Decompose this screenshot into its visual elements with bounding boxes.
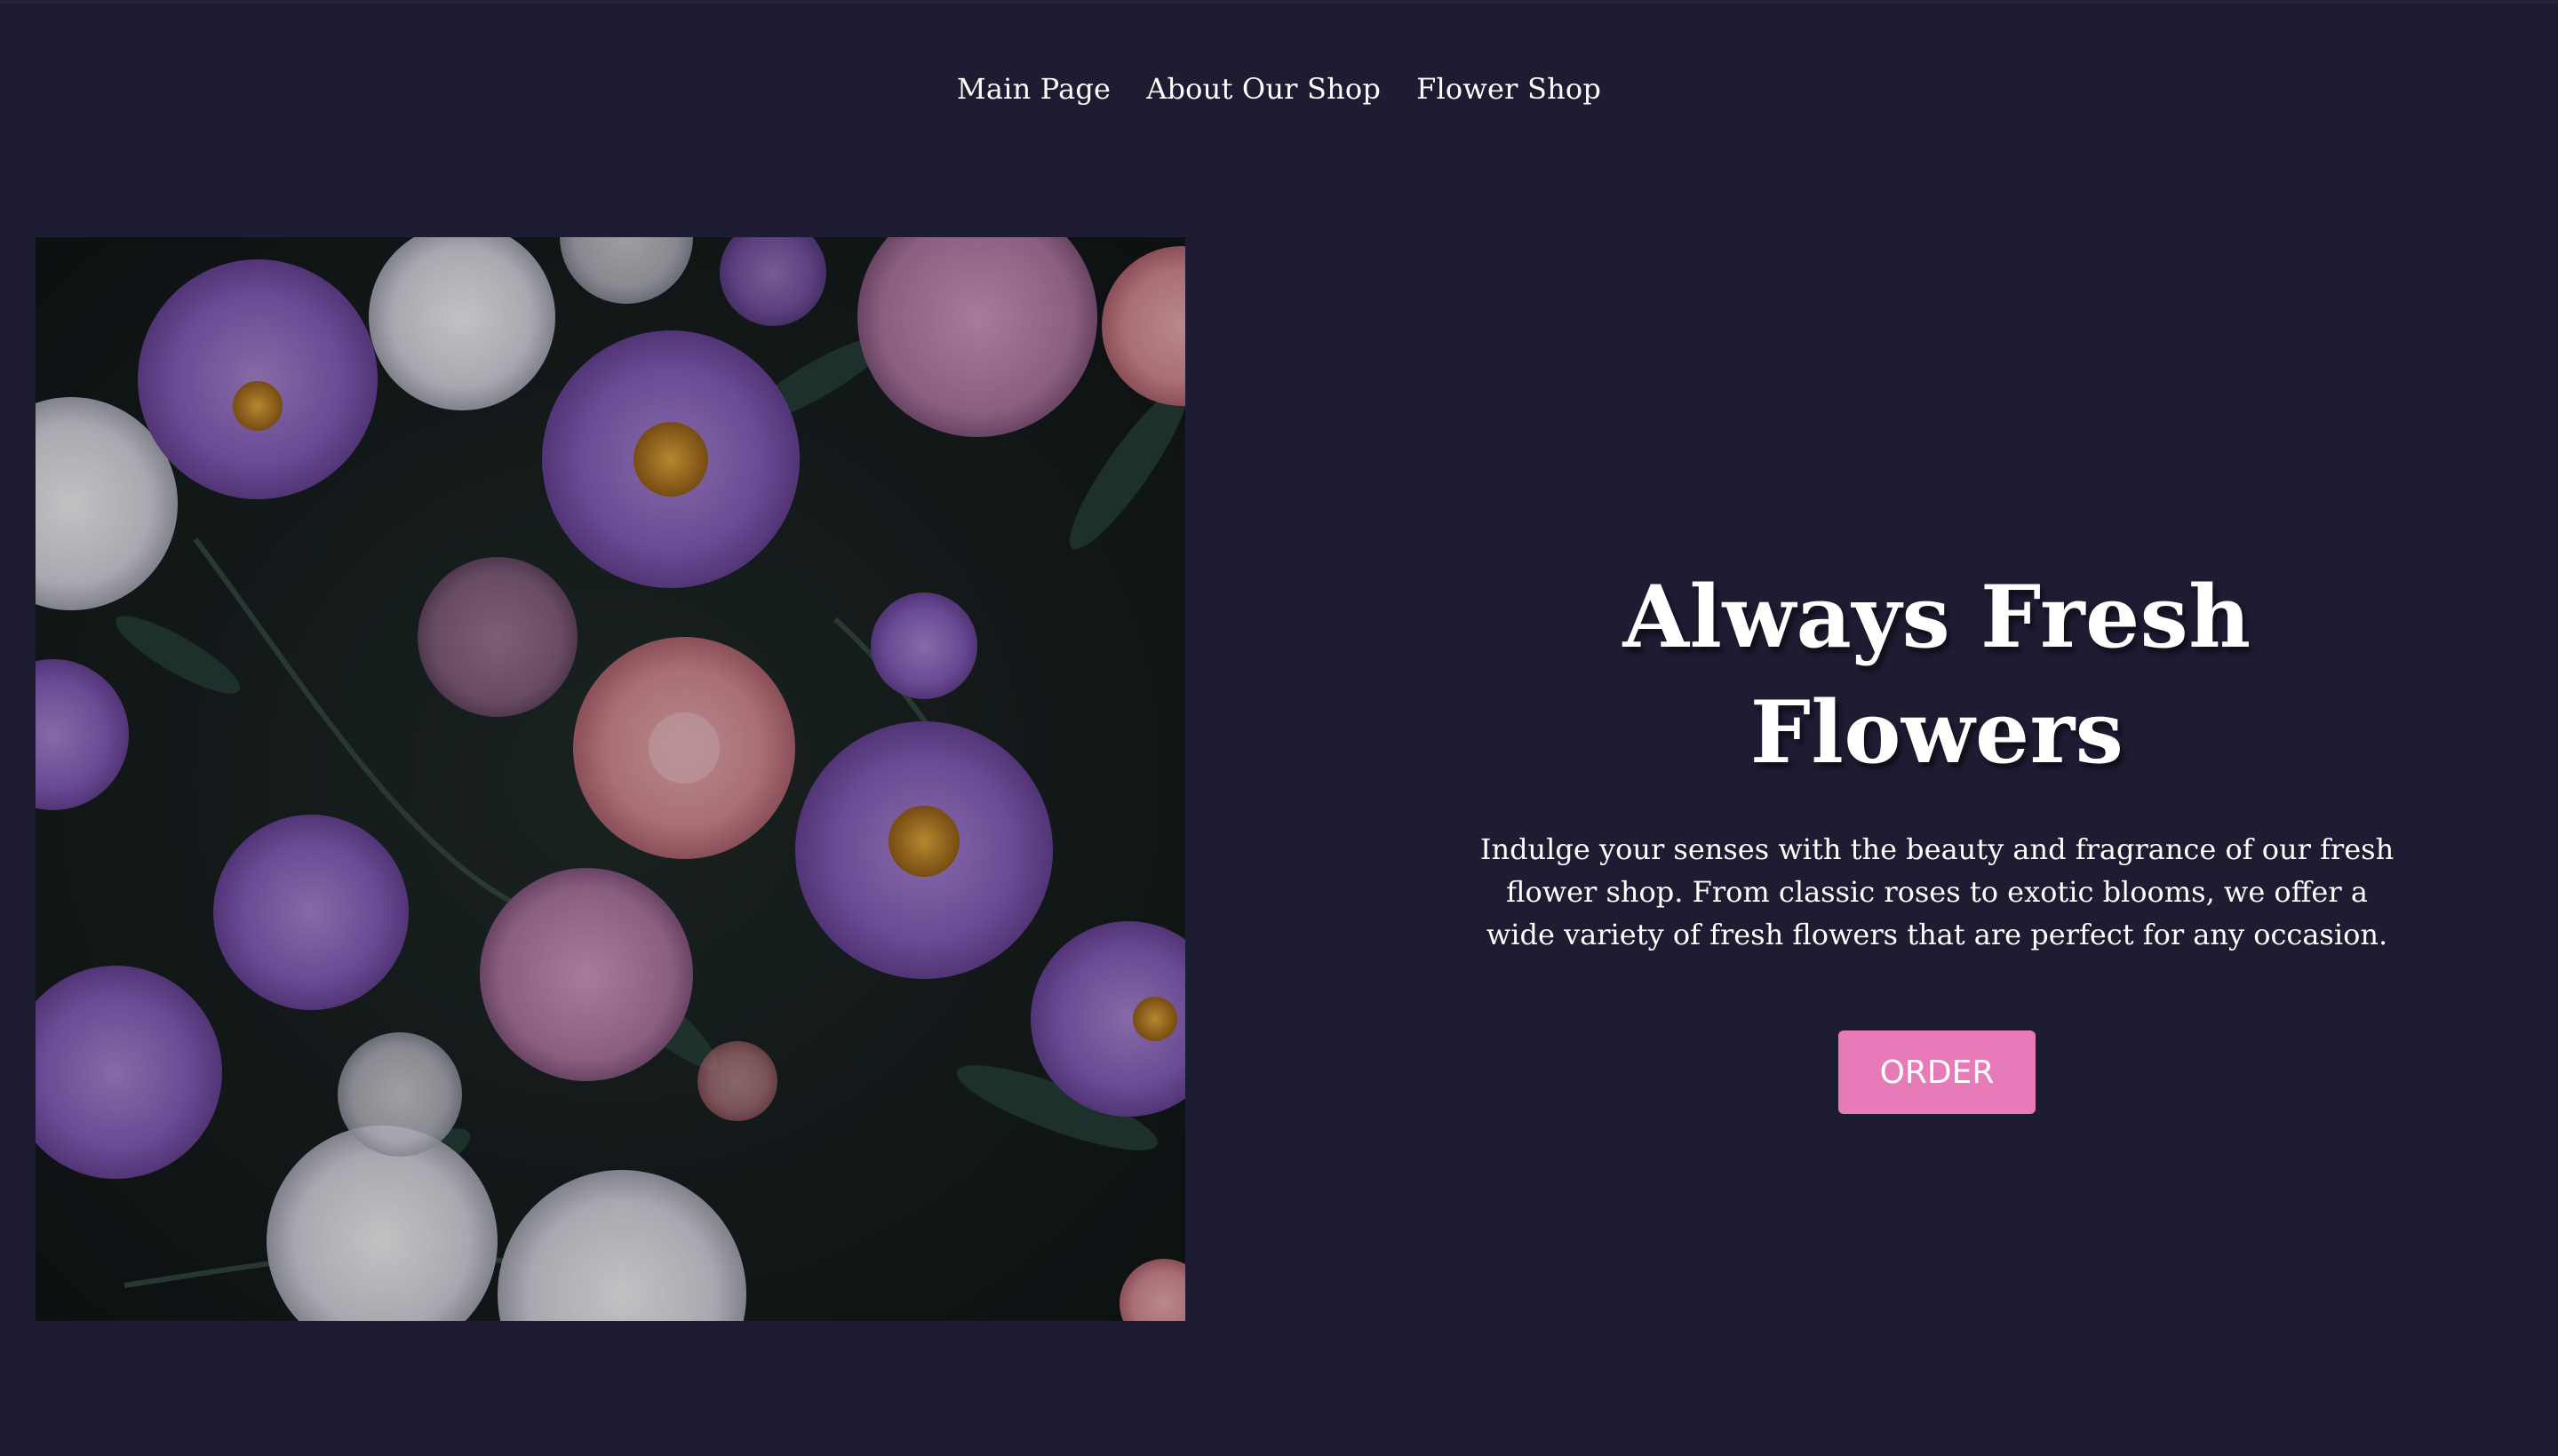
hero-description: Indulge your senses with the beauty and …: [1479, 832, 2395, 951]
hero-flowers-image: [36, 237, 1185, 1321]
nav-link-flower-shop[interactable]: Flower Shop: [1416, 68, 1601, 110]
hero-title: Always Fresh Flowers: [1622, 567, 2251, 783]
order-button[interactable]: ORDER: [1838, 1030, 2036, 1114]
main-navigation: Main Page About Our Shop Flower Shop: [0, 68, 2558, 110]
nav-link-main-page[interactable]: Main Page: [957, 68, 1111, 110]
hero-content: Always Fresh Flowers Indulge your senses…: [1422, 560, 2452, 1114]
nav-link-about-our-shop[interactable]: About Our Shop: [1146, 68, 1381, 110]
top-border: [0, 0, 2558, 4]
